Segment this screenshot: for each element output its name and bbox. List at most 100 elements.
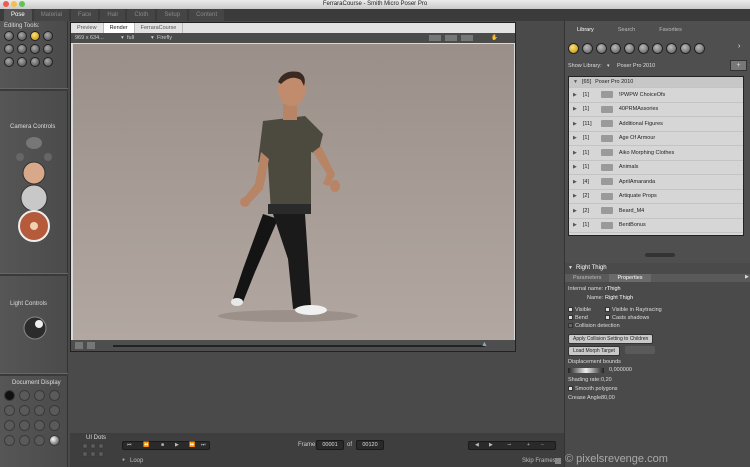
render-settings-icon[interactable]	[461, 35, 473, 41]
collision-detection-checkbox[interactable]: Collision detection	[568, 323, 620, 329]
ui-dot-1[interactable]	[82, 443, 88, 449]
expand-triangle-icon[interactable]: ▶	[573, 102, 577, 117]
silhouette-display-icon[interactable]	[4, 390, 15, 401]
tab-properties[interactable]: Properties	[609, 274, 651, 282]
go-to-end-icon[interactable]: ⏭	[201, 442, 206, 448]
camera-move-icon[interactable]	[26, 137, 42, 149]
render-engine-dropdown[interactable]: Firefly	[157, 33, 172, 43]
list-item[interactable]: ▶ [2] Artiquate Props	[569, 189, 743, 204]
direct-manipulation-tool-icon[interactable]	[43, 57, 53, 67]
texture-display-icon[interactable]	[49, 435, 60, 446]
zoom-window-button[interactable]	[19, 1, 25, 7]
lit-wireframe-display-icon[interactable]	[4, 405, 15, 416]
crease-angle-value[interactable]: 80,00	[601, 395, 615, 401]
previous-keyframe-icon[interactable]: ◀	[475, 442, 479, 448]
list-item[interactable]: ▶ [11] Additional Figures	[569, 117, 743, 132]
expand-triangle-icon[interactable]: ▶	[573, 131, 577, 146]
smooth-shaded-display-icon[interactable]	[19, 420, 30, 431]
render-compare-icon[interactable]	[75, 342, 83, 349]
wireframe-display-icon[interactable]	[34, 390, 45, 401]
lights-category-icon[interactable]	[652, 43, 663, 54]
collapse-triangle-icon[interactable]: ▼	[568, 265, 573, 271]
texture-shaded-display-icon[interactable]	[49, 420, 60, 431]
render-quality-dropdown[interactable]: full	[127, 33, 134, 43]
expand-triangle-icon[interactable]: ▶	[573, 189, 577, 204]
preview-display-icon[interactable]	[19, 435, 30, 446]
tab-hair[interactable]: Hair	[100, 9, 126, 21]
list-item[interactable]: ▶ [1] Aiko Morphing Clothes	[569, 146, 743, 161]
smooth-lined-display-icon[interactable]	[34, 420, 45, 431]
slider-handle-icon[interactable]: ▲	[481, 341, 488, 348]
chevron-right-icon[interactable]: ▶	[745, 274, 749, 280]
expressions-category-icon[interactable]	[596, 43, 607, 54]
hair-category-icon[interactable]	[610, 43, 621, 54]
ui-dot-3[interactable]	[98, 443, 104, 449]
shadow-display-icon[interactable]	[34, 435, 45, 446]
tab-content[interactable]: Content	[189, 9, 225, 21]
expand-triangle-icon[interactable]: ▶	[573, 175, 577, 190]
play-icon[interactable]: ▶	[175, 442, 179, 448]
list-item[interactable]: ▶ [1] 40PRMAssories	[569, 102, 743, 117]
ui-dot-6[interactable]	[98, 451, 104, 457]
tab-cloth[interactable]: Cloth	[127, 9, 156, 21]
step-forward-icon[interactable]: ⏩	[189, 442, 195, 448]
render-size-dropdown[interactable]: 969 x 634...	[75, 33, 104, 43]
cameras-category-icon[interactable]	[666, 43, 677, 54]
expand-triangle-icon[interactable]: ▶	[573, 146, 577, 161]
expand-triangle-icon[interactable]: ▶	[573, 117, 577, 132]
twist-tool-icon[interactable]	[17, 31, 27, 41]
shading-rate-value[interactable]: 0,20	[601, 377, 612, 383]
add-to-library-icon[interactable]: +	[730, 60, 747, 71]
close-window-button[interactable]	[3, 1, 9, 7]
render-compare-slider[interactable]	[113, 345, 485, 347]
displacement-value[interactable]: 0,000000	[609, 367, 632, 373]
taper-tool-icon[interactable]	[17, 44, 27, 54]
load-morph-target-button[interactable]: Load Morph Target	[568, 346, 620, 356]
tab-render[interactable]: Render	[103, 23, 135, 33]
scenes-category-icon[interactable]	[694, 43, 705, 54]
chain-break-tool-icon[interactable]	[30, 44, 40, 54]
morphing-tool-icon[interactable]	[30, 57, 40, 67]
tab-search[interactable]: Search	[606, 26, 647, 35]
library-menu-icon[interactable]: ›	[738, 43, 740, 50]
tab-library[interactable]: Library	[565, 26, 606, 35]
expand-triangle-icon[interactable]: ▶	[573, 218, 577, 233]
remove-keyframe-icon[interactable]: −	[541, 442, 544, 448]
add-keyframe-icon[interactable]: +	[527, 442, 530, 448]
flat-shaded-display-icon[interactable]	[19, 405, 30, 416]
apply-collision-button[interactable]: Apply Collision Setting to Children	[568, 334, 654, 344]
render-icon[interactable]	[429, 35, 441, 41]
ui-dot-4[interactable]	[82, 451, 88, 457]
poses-category-icon[interactable]	[582, 43, 593, 54]
hidden-line-display-icon[interactable]	[49, 390, 60, 401]
camera-select-left-icon[interactable]	[16, 153, 24, 161]
translate-in-out-tool-icon[interactable]	[43, 31, 53, 41]
view-magnifier-tool-icon[interactable]	[17, 57, 27, 67]
render-canvas[interactable]	[73, 44, 514, 340]
library-list-header[interactable]: ▼ [65] Poser Pro 2010	[569, 77, 743, 88]
rotate-tool-icon[interactable]	[4, 31, 14, 41]
tab-parameters[interactable]: Parameters	[565, 274, 609, 282]
total-frames-field[interactable]: 00120	[356, 440, 384, 450]
translate-tool-icon[interactable]	[30, 31, 40, 41]
camera-select-right-icon[interactable]	[44, 153, 52, 161]
render-history-icon[interactable]	[87, 342, 95, 349]
scale-tool-icon[interactable]	[4, 44, 14, 54]
tab-pose[interactable]: Pose	[4, 9, 32, 21]
outline-display-icon[interactable]	[19, 390, 30, 401]
key-icon[interactable]: ⊸	[507, 442, 511, 448]
tab-preview[interactable]: Preview	[71, 23, 104, 33]
list-item[interactable]: ▶ [2] Beard_M4	[569, 204, 743, 219]
tab-face[interactable]: Face	[71, 9, 99, 21]
tab-material[interactable]: Material	[33, 9, 70, 21]
casts-shadows-checkbox[interactable]: Casts shadows	[605, 315, 649, 321]
minimize-window-button[interactable]	[11, 1, 17, 7]
visible-checkbox[interactable]: Visible	[568, 307, 591, 313]
list-item[interactable]: ▶ [1] BentBonus	[569, 218, 743, 233]
color-tool-icon[interactable]	[43, 44, 53, 54]
main-camera-icon[interactable]	[20, 184, 48, 212]
props-category-icon[interactable]	[638, 43, 649, 54]
bend-checkbox[interactable]: Bend	[568, 315, 588, 321]
next-keyframe-icon[interactable]: ▶	[489, 442, 493, 448]
collapse-triangle-icon[interactable]: ▼	[573, 77, 578, 88]
